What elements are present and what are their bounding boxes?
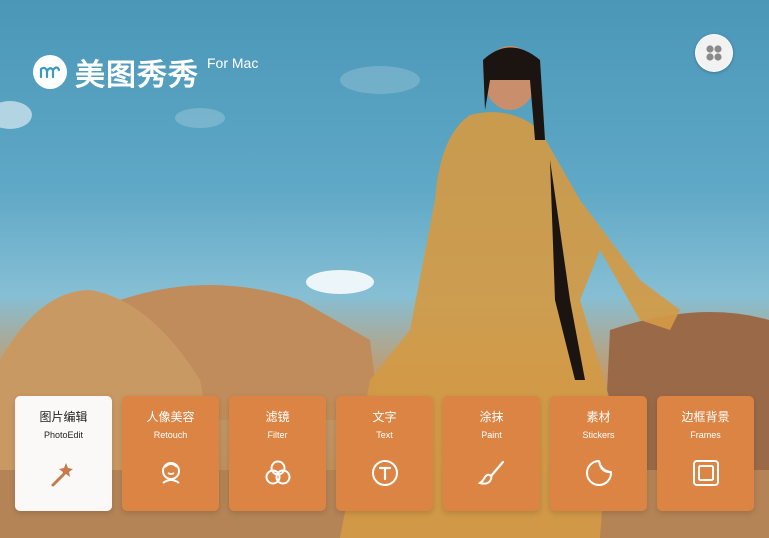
tool-label-zh: 人像美容 <box>146 410 195 424</box>
tool-filter[interactable]: 滤镜 Filter <box>229 396 326 511</box>
tool-label-zh: 图片编辑 <box>39 410 88 424</box>
tool-label-zh: 边框背景 <box>681 410 730 424</box>
filter-circles-icon <box>265 460 290 485</box>
tool-label-en: Retouch <box>153 430 188 440</box>
app-name: 美图秀秀 <box>75 58 199 93</box>
brush-icon <box>477 460 504 485</box>
tool-retouch[interactable]: 人像美容 Retouch <box>122 396 219 511</box>
grid-icon <box>706 45 722 61</box>
tool-label-en: PhotoEdit <box>43 430 84 440</box>
tool-label-zh: 文字 <box>372 410 397 424</box>
app-logo: 美图秀秀 For Mac <box>33 50 258 94</box>
tool-tiles: 图片编辑 PhotoEdit 人像美容 Retouch 滤镜 Filter 文字… <box>15 396 754 511</box>
tool-stickers[interactable]: 素材 Stickers <box>550 396 647 511</box>
tool-label-zh: 涂抹 <box>479 410 504 424</box>
tool-photoedit[interactable]: 图片编辑 PhotoEdit <box>15 396 112 511</box>
tool-label-zh: 滤镜 <box>265 410 290 424</box>
tool-label-en: Filter <box>267 430 288 440</box>
tool-label-en: Frames <box>690 430 721 440</box>
face-icon <box>161 462 180 484</box>
frame-icon <box>692 460 719 486</box>
text-t-icon <box>371 460 398 486</box>
app-platform: For Mac <box>207 55 259 71</box>
tool-text[interactable]: 文字 Text <box>336 396 433 511</box>
sticker-icon <box>585 460 612 486</box>
menu-button[interactable] <box>695 34 733 72</box>
tool-label-en: Text <box>376 430 393 440</box>
tool-label-en: Stickers <box>582 430 615 440</box>
meitu-logo-icon <box>33 55 67 89</box>
magic-wand-icon <box>51 463 73 487</box>
tool-frames[interactable]: 边框背景 Frames <box>657 396 754 511</box>
tool-label-en: Paint <box>481 430 502 440</box>
tool-paint[interactable]: 涂抹 Paint <box>443 396 540 511</box>
tool-label-zh: 素材 <box>586 410 611 424</box>
